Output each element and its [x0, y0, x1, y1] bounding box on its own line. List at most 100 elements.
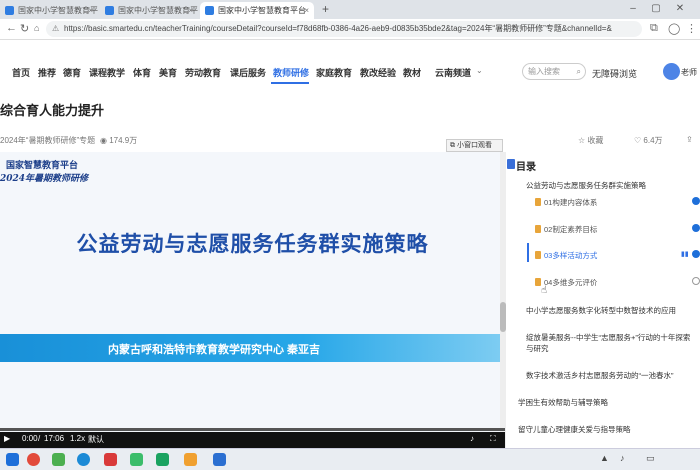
picture-in-picture-button[interactable]: ⧉ 小窗口观看 — [446, 139, 503, 152]
browser-tab-1[interactable]: 国家中小学智慧教育平台 × — [0, 2, 98, 19]
nav-item-reform[interactable]: 教改经验 — [360, 66, 396, 79]
nav-item-family[interactable]: 家庭教育 — [316, 66, 352, 79]
nav-item-recommend[interactable]: 推荐 — [38, 66, 56, 79]
speed-button[interactable]: 1.2x — [70, 434, 85, 443]
outline-section[interactable]: 绽放暑美服务--中学生“志愿服务+”行动的十年探索 — [526, 332, 690, 343]
maximize-icon[interactable]: ▢ — [648, 2, 664, 16]
nav-item-curriculum[interactable]: 课程教学 — [89, 66, 125, 79]
nav-item-home[interactable]: 首页 — [12, 66, 30, 79]
url-text: https://basic.smartedu.cn/teacherTrainin… — [64, 24, 612, 33]
favorite-label: 收藏 — [587, 136, 604, 145]
time-current: 0:00 — [22, 434, 38, 443]
avatar[interactable] — [663, 63, 680, 80]
extensions-icon[interactable]: ⧉ — [650, 22, 658, 35]
url-input[interactable]: ⚠ https://basic.smartedu.cn/teacherTrain… — [46, 21, 642, 37]
time-total: 17:06 — [44, 434, 65, 443]
notification-icon[interactable]: ▭ — [646, 453, 655, 464]
completed-icon — [692, 224, 700, 232]
app-icon[interactable] — [213, 453, 226, 466]
home-icon[interactable]: ⌂ — [34, 23, 39, 33]
close-window-icon[interactable]: ✕ — [672, 2, 688, 16]
browser-app-icon[interactable] — [27, 453, 40, 466]
nav-item-pe[interactable]: 体育 — [133, 66, 151, 79]
outline-sub-item-active[interactable]: 03多样活动方式 — [535, 250, 597, 261]
new-tab-button[interactable]: + — [322, 2, 329, 16]
start-icon[interactable] — [6, 453, 19, 466]
tab-label: 国家中小学智慧教育平台 — [18, 6, 98, 15]
video-player[interactable]: 国家智慧教育平台 2024年暑期教师研修 公益劳动与志愿服务任务群实施策略 内蒙… — [0, 152, 505, 448]
minimize-icon[interactable]: – — [625, 2, 641, 16]
outline-section[interactable]: 中小学志愿服务数字化转型中数智技术的应用 — [526, 305, 676, 316]
user-label[interactable]: 老师 — [681, 67, 697, 78]
fullscreen-icon[interactable]: ⛶ — [490, 434, 496, 444]
outline-section[interactable]: 留守儿童心理健康关爱与指导策略 — [518, 424, 631, 435]
document-icon — [535, 225, 541, 233]
close-tab-icon[interactable]: × — [304, 2, 309, 19]
profile-icon[interactable]: ◯ — [668, 22, 680, 35]
nav-item-yunnan[interactable]: 云南频道 — [435, 66, 471, 79]
nav-item-moral[interactable]: 德育 — [63, 66, 81, 79]
outline-sub-item[interactable]: 02制定素养目标 — [535, 224, 597, 235]
slide-logo-line1: 国家智慧教育平台 — [6, 161, 79, 171]
tab-label: 国家中小学智慧教育平台 — [218, 6, 306, 15]
nav-item-art[interactable]: 美育 — [159, 66, 177, 79]
thumb-up-icon: ♡ — [634, 136, 644, 145]
close-tab-icon[interactable]: × — [188, 2, 193, 19]
book-icon — [507, 159, 515, 169]
menu-icon[interactable]: ⋮ — [686, 22, 697, 35]
outline-sub-item[interactable]: 01构建内容体系 — [535, 197, 597, 208]
volume-tray-icon[interactable]: ♪ — [620, 453, 625, 463]
share-icon[interactable]: ⇪ — [686, 135, 693, 144]
close-tab-icon[interactable]: × — [88, 2, 93, 19]
outline-title: 目录 — [516, 162, 536, 173]
outline-section[interactable]: 数字技术激活乡村志愿服务劳动的“一池春水” — [526, 370, 674, 381]
course-tag: 2024年“暑期教师研修”专题 — [0, 136, 96, 145]
site-favicon-icon — [5, 6, 14, 15]
nav-item-teacher-training[interactable]: 教师研修 — [273, 66, 309, 79]
refresh-icon[interactable]: ↻ — [20, 22, 29, 35]
play-icon[interactable]: ▶ — [4, 434, 10, 443]
chevron-down-icon[interactable]: ⌄ — [476, 66, 483, 75]
nav-item-labor[interactable]: 劳动教育 — [185, 66, 221, 79]
browser-tab-3[interactable]: 国家中小学智慧教育平台 × — [200, 2, 314, 19]
back-icon[interactable]: ← — [6, 22, 17, 34]
pip-icon: ⧉ — [450, 142, 457, 149]
volume-icon[interactable]: ♪ — [470, 434, 474, 443]
outline-sub-label: 01构建内容体系 — [544, 198, 598, 207]
search-input[interactable]: 输入搜索 ⌕ — [522, 63, 586, 80]
app-icon[interactable] — [104, 453, 117, 466]
active-nav-underline — [271, 82, 309, 84]
browser-tab-2[interactable]: 国家中小学智慧教育平台 × — [100, 2, 198, 19]
not-started-icon — [692, 277, 700, 285]
network-icon[interactable]: ▲ — [600, 453, 609, 463]
search-icon[interactable]: ⌕ — [577, 64, 581, 79]
outline-section-continued: 与研究 — [526, 344, 549, 353]
nav-item-textbook[interactable]: 教材 — [403, 66, 421, 79]
outline-current-section[interactable]: 公益劳动与志愿服务任务群实施策略 — [526, 180, 646, 191]
app-icon[interactable] — [130, 453, 143, 466]
page-title: 综合育人能力提升 — [0, 103, 105, 118]
progress-bar[interactable] — [0, 428, 505, 431]
like-button[interactable]: ♡ 6.4万 — [634, 135, 663, 146]
view-count-value: 174.9万 — [109, 136, 138, 145]
document-icon — [535, 251, 541, 259]
not-secure-icon: ⚠ — [52, 24, 60, 33]
app-icon[interactable] — [52, 453, 65, 466]
quality-button[interactable]: 默认 — [88, 434, 104, 445]
folder-icon[interactable] — [184, 453, 197, 466]
address-bar-row: ← ↻ ⌂ ⚠ https://basic.smartedu.cn/teache… — [0, 19, 700, 40]
nav-item-afterschool[interactable]: 课后服务 — [230, 66, 266, 79]
accessible-browsing-link[interactable]: 无障碍浏览 — [592, 67, 637, 80]
slide-title: 公益劳动与志愿服务任务群实施策略 — [76, 233, 429, 256]
slide-logo-line2: 2024年暑期教师研修 — [0, 174, 89, 184]
edge-icon[interactable] — [77, 453, 90, 466]
time-separator: / — [38, 434, 41, 443]
app-icon[interactable] — [156, 453, 169, 466]
completed-icon — [692, 250, 700, 258]
star-icon: ☆ — [578, 136, 588, 145]
document-icon — [535, 198, 541, 206]
outline-section[interactable]: 学困生有效帮助与辅导策略 — [518, 397, 608, 408]
site-favicon-icon — [205, 6, 214, 15]
favorite-button[interactable]: ☆ 收藏 — [578, 135, 603, 146]
search-placeholder: 输入搜索 — [528, 67, 560, 76]
